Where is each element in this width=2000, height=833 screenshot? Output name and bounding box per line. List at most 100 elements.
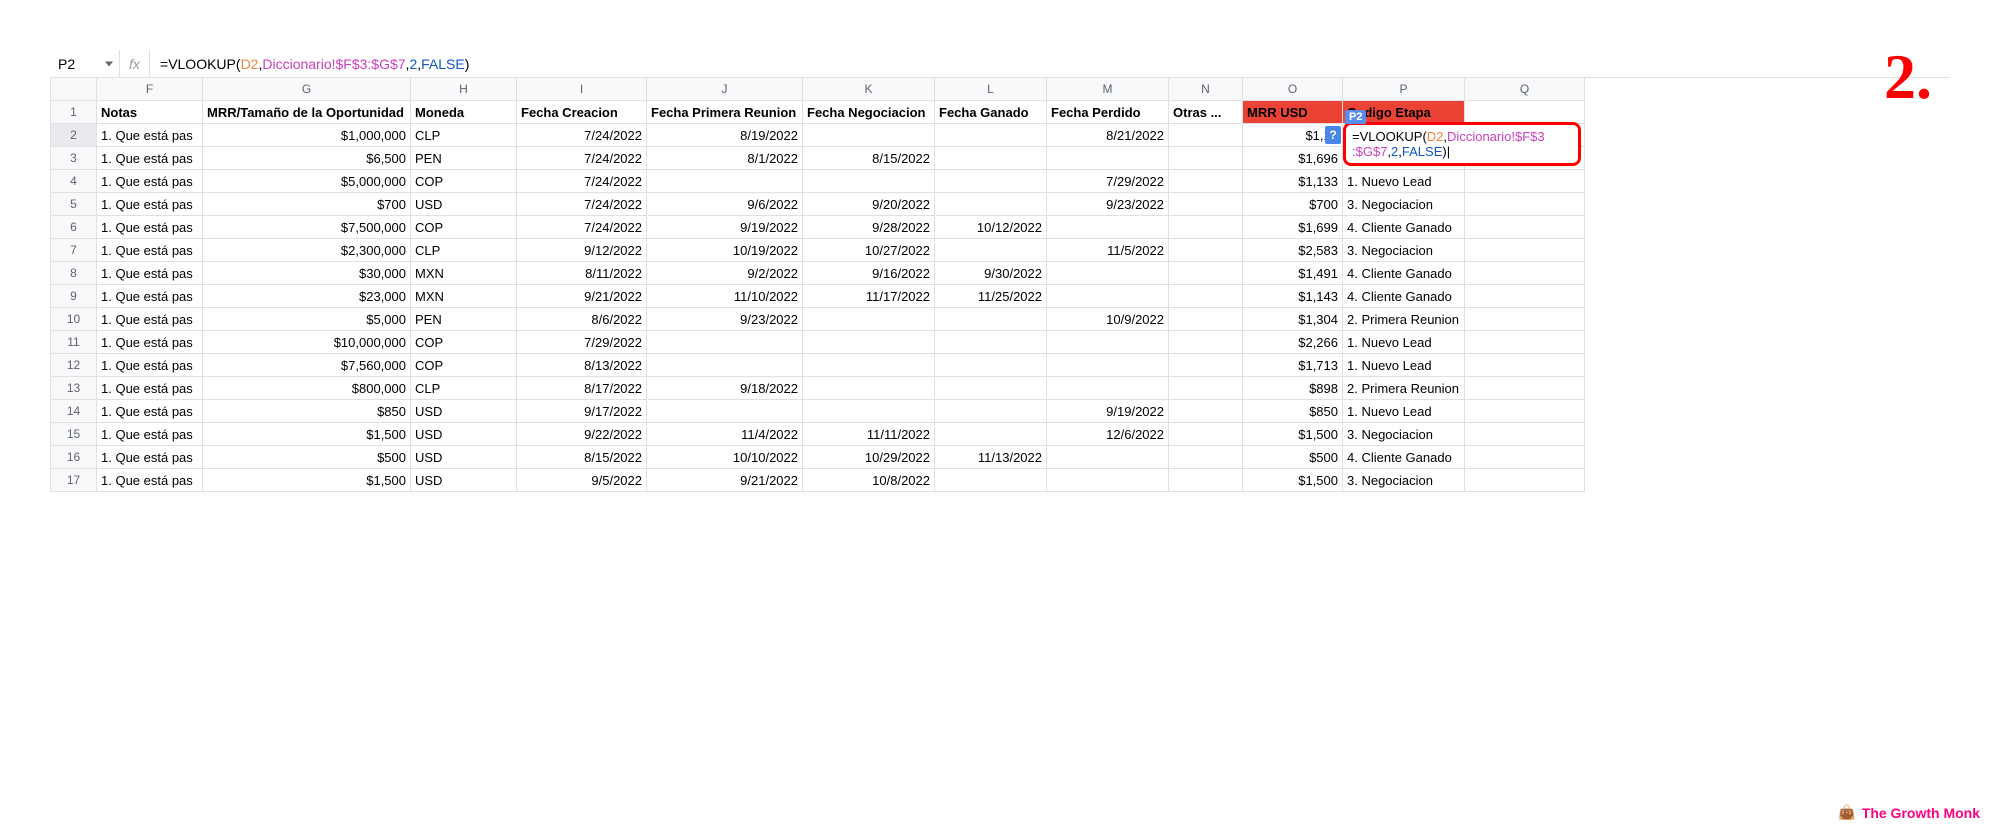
cell-N4[interactable] xyxy=(1169,170,1243,193)
cell-H3[interactable]: PEN xyxy=(411,147,517,170)
cell-K13[interactable] xyxy=(803,377,935,400)
cell-N2[interactable] xyxy=(1169,124,1243,147)
cell-L12[interactable] xyxy=(935,354,1047,377)
cell-L16[interactable]: 11/13/2022 xyxy=(935,446,1047,469)
cell-I17[interactable]: 9/5/2022 xyxy=(517,469,647,492)
cell-L6[interactable]: 10/12/2022 xyxy=(935,216,1047,239)
cell-F2[interactable]: 1. Que está pas xyxy=(97,124,203,147)
cell-H7[interactable]: CLP xyxy=(411,239,517,262)
cell-L13[interactable] xyxy=(935,377,1047,400)
formula-bar-input[interactable]: =VLOOKUP(D2,Diccionario!$F$3:$G$7,2,FALS… xyxy=(150,50,1950,77)
header-cell-N[interactable]: Otras ... xyxy=(1169,101,1243,124)
row-header[interactable]: 12 xyxy=(51,354,97,377)
cell-M14[interactable]: 9/19/2022 xyxy=(1047,400,1169,423)
column-header-J[interactable]: J xyxy=(647,78,803,101)
cell-H13[interactable]: CLP xyxy=(411,377,517,400)
column-header-H[interactable]: H xyxy=(411,78,517,101)
row-header[interactable]: 15 xyxy=(51,423,97,446)
cell-I6[interactable]: 7/24/2022 xyxy=(517,216,647,239)
cell-O17[interactable]: $1,500 xyxy=(1243,469,1343,492)
cell-M16[interactable] xyxy=(1047,446,1169,469)
cell-M17[interactable] xyxy=(1047,469,1169,492)
cell-O3[interactable]: $1,696 xyxy=(1243,147,1343,170)
row-header[interactable]: 14 xyxy=(51,400,97,423)
header-cell-L[interactable]: Fecha Ganado xyxy=(935,101,1047,124)
cell-I12[interactable]: 8/13/2022 xyxy=(517,354,647,377)
cell-G6[interactable]: $7,500,000 xyxy=(203,216,411,239)
cell-L11[interactable] xyxy=(935,331,1047,354)
cell-G4[interactable]: $5,000,000 xyxy=(203,170,411,193)
column-header-K[interactable]: K xyxy=(803,78,935,101)
cell-P4[interactable]: 1. Nuevo Lead xyxy=(1343,170,1465,193)
cell-G9[interactable]: $23,000 xyxy=(203,285,411,308)
cell-P9[interactable]: 4. Cliente Ganado xyxy=(1343,285,1465,308)
cell-K7[interactable]: 10/27/2022 xyxy=(803,239,935,262)
cell-O4[interactable]: $1,133 xyxy=(1243,170,1343,193)
cell-O6[interactable]: $1,699 xyxy=(1243,216,1343,239)
cell-O5[interactable]: $700 xyxy=(1243,193,1343,216)
cell-I7[interactable]: 9/12/2022 xyxy=(517,239,647,262)
column-header-G[interactable]: G xyxy=(203,78,411,101)
cell-L17[interactable] xyxy=(935,469,1047,492)
cell-I3[interactable]: 7/24/2022 xyxy=(517,147,647,170)
column-header-N[interactable]: N xyxy=(1169,78,1243,101)
cell-K17[interactable]: 10/8/2022 xyxy=(803,469,935,492)
cell-K4[interactable] xyxy=(803,170,935,193)
cell-P11[interactable]: 1. Nuevo Lead xyxy=(1343,331,1465,354)
cell-Q12[interactable] xyxy=(1465,354,1585,377)
cell-Q13[interactable] xyxy=(1465,377,1585,400)
cell-O13[interactable]: $898 xyxy=(1243,377,1343,400)
row-header[interactable]: 13 xyxy=(51,377,97,400)
cell-J12[interactable] xyxy=(647,354,803,377)
cell-N16[interactable] xyxy=(1169,446,1243,469)
row-header[interactable]: 6 xyxy=(51,216,97,239)
cell-J13[interactable]: 9/18/2022 xyxy=(647,377,803,400)
cell-Q11[interactable] xyxy=(1465,331,1585,354)
cell-I13[interactable]: 8/17/2022 xyxy=(517,377,647,400)
cell-H6[interactable]: COP xyxy=(411,216,517,239)
cell-F14[interactable]: 1. Que está pas xyxy=(97,400,203,423)
header-cell-O[interactable]: MRR USD xyxy=(1243,101,1343,124)
cell-G12[interactable]: $7,560,000 xyxy=(203,354,411,377)
cell-N9[interactable] xyxy=(1169,285,1243,308)
grid-corner[interactable] xyxy=(51,78,97,101)
cell-K14[interactable] xyxy=(803,400,935,423)
column-header-L[interactable]: L xyxy=(935,78,1047,101)
cell-J3[interactable]: 8/1/2022 xyxy=(647,147,803,170)
cell-K2[interactable] xyxy=(803,124,935,147)
cell-Q4[interactable] xyxy=(1465,170,1585,193)
cell-J4[interactable] xyxy=(647,170,803,193)
cell-H9[interactable]: MXN xyxy=(411,285,517,308)
name-box[interactable]: P2 xyxy=(50,50,120,77)
row-header[interactable]: 9 xyxy=(51,285,97,308)
row-header[interactable]: 17 xyxy=(51,469,97,492)
cell-F15[interactable]: 1. Que está pas xyxy=(97,423,203,446)
column-header-M[interactable]: M xyxy=(1047,78,1169,101)
cell-N3[interactable] xyxy=(1169,147,1243,170)
cell-P10[interactable]: 2. Primera Reunion xyxy=(1343,308,1465,331)
cell-M10[interactable]: 10/9/2022 xyxy=(1047,308,1169,331)
cell-L14[interactable] xyxy=(935,400,1047,423)
cell-K12[interactable] xyxy=(803,354,935,377)
cell-F5[interactable]: 1. Que está pas xyxy=(97,193,203,216)
cell-K5[interactable]: 9/20/2022 xyxy=(803,193,935,216)
cell-N7[interactable] xyxy=(1169,239,1243,262)
cell-N6[interactable] xyxy=(1169,216,1243,239)
cell-L10[interactable] xyxy=(935,308,1047,331)
cell-M5[interactable]: 9/23/2022 xyxy=(1047,193,1169,216)
cell-F3[interactable]: 1. Que está pas xyxy=(97,147,203,170)
cell-J2[interactable]: 8/19/2022 xyxy=(647,124,803,147)
cell-P7[interactable]: 3. Negociacion xyxy=(1343,239,1465,262)
row-header[interactable]: 5 xyxy=(51,193,97,216)
header-cell-K[interactable]: Fecha Negociacion xyxy=(803,101,935,124)
row-header[interactable]: 4 xyxy=(51,170,97,193)
cell-O16[interactable]: $500 xyxy=(1243,446,1343,469)
cell-L3[interactable] xyxy=(935,147,1047,170)
cell-G14[interactable]: $850 xyxy=(203,400,411,423)
cell-J8[interactable]: 9/2/2022 xyxy=(647,262,803,285)
cell-J16[interactable]: 10/10/2022 xyxy=(647,446,803,469)
cell-J14[interactable] xyxy=(647,400,803,423)
cell-O10[interactable]: $1,304 xyxy=(1243,308,1343,331)
cell-F8[interactable]: 1. Que está pas xyxy=(97,262,203,285)
cell-N13[interactable] xyxy=(1169,377,1243,400)
